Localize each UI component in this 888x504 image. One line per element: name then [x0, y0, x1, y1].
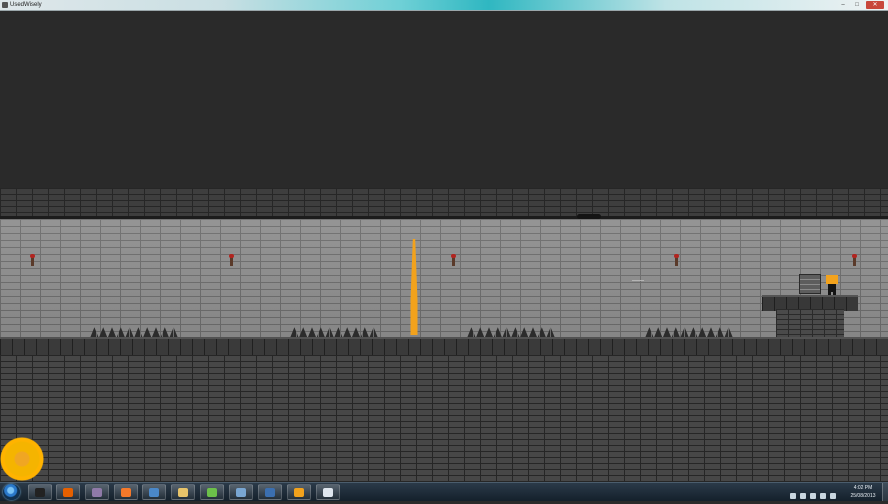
ceiling-bricks: [0, 188, 888, 218]
taskbar-button-cmd[interactable]: [28, 484, 52, 500]
wall-torch: [30, 254, 35, 266]
mouse-cursor-highlight: [0, 437, 44, 481]
minimize-button[interactable]: –: [838, 1, 848, 9]
taskbar-button-game[interactable]: [287, 484, 311, 500]
player-character: [826, 275, 838, 295]
taskbar-button-gimp[interactable]: [85, 484, 109, 500]
user-icon[interactable]: [800, 493, 806, 499]
stone-platform-base: [776, 309, 844, 337]
app-icon: [2, 2, 8, 8]
firefox-icon: [63, 488, 73, 497]
player-head: [826, 275, 838, 284]
taskbar-button-palette[interactable]: [200, 484, 224, 500]
taskbar-button-folder[interactable]: [171, 484, 195, 500]
windows-start-icon[interactable]: [3, 484, 20, 500]
system-tray: [790, 486, 846, 499]
taskbar-button-blender[interactable]: [114, 484, 138, 500]
taskbar-button-network[interactable]: [229, 484, 253, 500]
floor-bricks: [0, 355, 888, 482]
cmd-icon: [35, 488, 45, 497]
clock-time: 4:02 PM: [853, 485, 873, 491]
player-legs: [828, 292, 836, 295]
paint-icon: [149, 488, 159, 497]
show-desktop-button[interactable]: [882, 483, 888, 501]
arrow-projectile: [632, 280, 644, 281]
window-title-bar: UsedWisely – □ ✕: [0, 0, 888, 11]
ceiling-hole: [577, 214, 601, 219]
taskbar-clock[interactable]: 4:02 PM 25/08/2013: [846, 484, 880, 500]
signal-icon[interactable]: [810, 493, 816, 499]
taskbar-button-paint[interactable]: [142, 484, 166, 500]
tool-icon: [265, 488, 275, 497]
shield-icon[interactable]: [830, 493, 836, 499]
metal-crate: [799, 274, 821, 294]
wall-torch: [852, 254, 857, 266]
taskbar: 4:02 PM 25/08/2013: [0, 482, 888, 501]
wall-shading: [0, 219, 888, 339]
taskbar-button-windows-game[interactable]: [316, 484, 340, 500]
blender-icon: [121, 488, 131, 497]
wall-torch: [674, 254, 679, 266]
windows-game-icon: [323, 488, 333, 497]
window-title: UsedWisely: [10, 2, 42, 8]
network-icon: [236, 488, 246, 497]
player-body: [828, 284, 836, 292]
wall-torch: [229, 254, 234, 266]
taskbar-button-firefox[interactable]: [56, 484, 80, 500]
game-icon: [294, 488, 304, 497]
close-icon: ✕: [872, 2, 878, 8]
palette-icon: [207, 488, 217, 497]
taskbar-button-tool[interactable]: [258, 484, 282, 500]
maximize-icon: □: [855, 2, 859, 8]
minimize-icon: –: [841, 2, 845, 8]
folder-icon: [178, 488, 188, 497]
close-button[interactable]: ✕: [866, 1, 884, 9]
game-viewport[interactable]: [0, 11, 888, 482]
clock-date: 25/08/2013: [850, 493, 876, 499]
volume-icon[interactable]: [820, 493, 826, 499]
wall-torch: [451, 254, 456, 266]
gimp-icon: [92, 488, 102, 497]
floor-ledge: [0, 337, 888, 357]
maximize-button[interactable]: □: [852, 1, 862, 9]
arrow-up-icon[interactable]: [790, 493, 796, 499]
